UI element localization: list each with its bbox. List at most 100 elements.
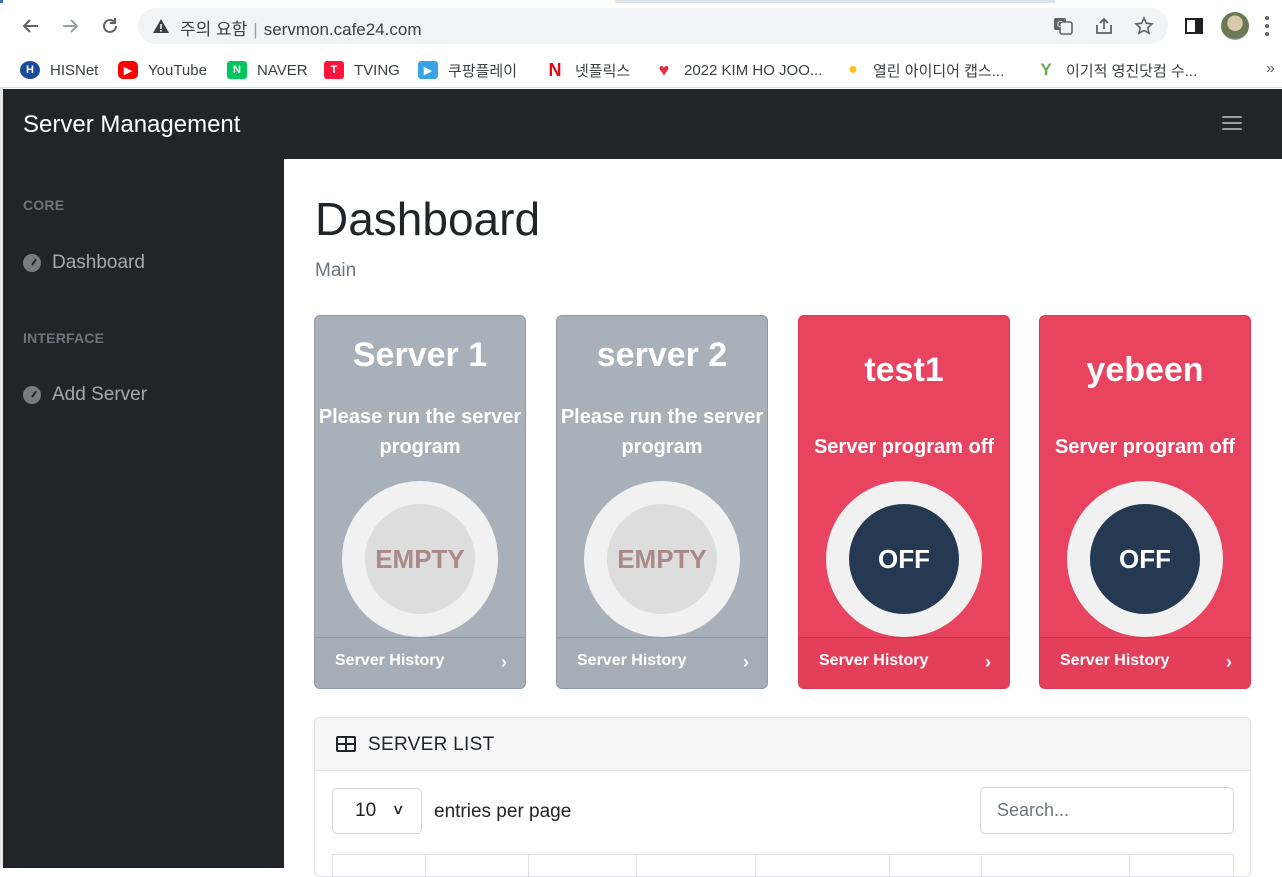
url-text: servmon.cafe24.com <box>263 20 422 39</box>
brand-title[interactable]: Server Management <box>23 111 240 139</box>
arrow-left-icon <box>22 19 38 33</box>
sidebar-item-label: Add Server <box>52 384 148 405</box>
top-navbar: Server Management <box>3 89 1282 159</box>
sidebar-item-add-server[interactable]: Add Server <box>23 381 147 409</box>
coupang-play-icon: ▶ <box>418 61 438 79</box>
tving-icon: T <box>324 61 344 79</box>
bookmark-open-idea[interactable]: ● 열린 아이디어 캡스... <box>843 57 1004 83</box>
sidebar-item-label: Dashboard <box>52 252 145 273</box>
server-card: yebeen Server program off OFF Server His… <box>1039 315 1251 689</box>
browser-toolbar: 주의 요함 | servmon.cafe24.com G <box>0 0 1282 52</box>
server-name: Server 1 <box>352 336 488 374</box>
bookmark-yeongjin[interactable]: Y 이기적 영진닷컴 수... <box>1036 57 1197 83</box>
address-text[interactable]: 주의 요함 | servmon.cafe24.com <box>180 15 422 40</box>
security-label: 주의 요함 <box>180 20 248 39</box>
tab-strip <box>0 0 1282 3</box>
main-content: Dashboard Main Server 1 Please run the s… <box>284 159 1282 877</box>
bookmark-kim-ho-joo[interactable]: ♥ 2022 KIM HO JOO... <box>654 57 823 83</box>
status-ring: OFF <box>1067 481 1223 637</box>
search-input[interactable]: Search... <box>980 787 1234 834</box>
bookmark-hisnet[interactable]: H HISNet <box>20 57 98 83</box>
server-history-label: Server History <box>1060 652 1170 669</box>
translate-button[interactable]: G <box>1052 15 1074 37</box>
entries-per-page-select[interactable]: 10 ∨ <box>332 788 422 834</box>
bookmark-coupang-play[interactable]: ▶ 쿠팡플레이 <box>418 57 517 83</box>
bookmark-naver[interactable]: N NAVER <box>227 57 308 83</box>
chevron-right-icon: › <box>1226 652 1232 672</box>
page-title: Dashboard <box>315 193 541 245</box>
sidebar: CORE Dashboard INTERFACE Add Server <box>3 159 284 868</box>
server-list-title: SERVER LIST <box>368 734 495 755</box>
browser-menu-icon[interactable] <box>1262 14 1272 38</box>
reload-icon <box>103 18 117 33</box>
server-card: test1 Server program off OFF Server Hist… <box>798 315 1010 689</box>
lightbulb-icon: ● <box>848 61 858 78</box>
bookmark-youtube[interactable]: ▶ YouTube <box>118 57 207 83</box>
side-panel-icon <box>1185 18 1203 34</box>
entries-per-page-label: entries per page <box>434 801 572 822</box>
table-header-row <box>332 854 1234 876</box>
youtube-icon: ▶ <box>118 61 138 79</box>
netflix-icon: N <box>548 59 562 80</box>
chevron-right-icon: › <box>743 652 749 672</box>
sidebar-heading-interface: INTERFACE <box>23 330 105 346</box>
status-badge: EMPTY <box>365 504 475 614</box>
server-list-header: SERVER LIST <box>315 718 1250 771</box>
server-history-link[interactable]: Server History › <box>799 637 1009 688</box>
heart-icon: ♥ <box>658 59 670 80</box>
share-icon <box>1096 17 1112 34</box>
back-button[interactable] <box>17 12 45 40</box>
reload-button[interactable] <box>96 12 124 40</box>
server-name: server 2 <box>596 336 728 374</box>
sidebar-heading-core: CORE <box>23 197 65 213</box>
server-card: server 2 Please run the server program E… <box>556 315 768 689</box>
server-history-link[interactable]: Server History › <box>315 637 525 688</box>
server-history-label: Server History <box>577 652 687 669</box>
server-history-label: Server History <box>335 652 445 669</box>
status-badge: OFF <box>1090 504 1200 614</box>
server-message: Please run the server program <box>560 406 764 458</box>
yeongjin-icon: Y <box>1040 60 1052 79</box>
server-message: Please run the server program <box>318 406 522 458</box>
chevron-right-icon: › <box>501 652 507 672</box>
side-panel-button[interactable] <box>1182 14 1206 38</box>
bookmarks-bar: H HISNet ▶ YouTube N NAVER T TVING ▶ 쿠팡플레이 N넷… <box>0 52 1282 88</box>
tachometer-icon <box>23 254 41 272</box>
status-ring: EMPTY <box>584 481 740 637</box>
entries-per-page-value: 10 <box>355 800 377 821</box>
table-icon <box>336 736 356 752</box>
share-button[interactable] <box>1093 15 1115 37</box>
translate-icon: G <box>1054 18 1073 35</box>
star-icon <box>1134 16 1154 35</box>
chevron-down-icon: ∨ <box>391 801 405 817</box>
status-badge: EMPTY <box>607 504 717 614</box>
warning-icon[interactable] <box>152 17 170 35</box>
server-history-label: Server History <box>819 652 929 669</box>
server-message: Server program off <box>1054 436 1236 458</box>
server-history-link[interactable]: Server History › <box>1040 637 1250 688</box>
profile-avatar[interactable] <box>1221 12 1249 40</box>
server-list-card: SERVER LIST 10 ∨ entries per page Search… <box>314 717 1251 877</box>
menu-toggle-icon[interactable] <box>1222 114 1242 132</box>
tachometer-icon <box>23 386 41 404</box>
status-ring: EMPTY <box>342 481 498 637</box>
status-badge: OFF <box>849 504 959 614</box>
forward-button[interactable] <box>56 12 84 40</box>
bookmarks-more-button[interactable]: » <box>1266 60 1275 78</box>
address-bar[interactable]: 주의 요함 | servmon.cafe24.com G <box>138 8 1168 44</box>
hisnet-icon: H <box>20 61 40 79</box>
status-ring: OFF <box>826 481 982 637</box>
svg-text:G: G <box>1057 20 1063 29</box>
page-subtitle: Main <box>315 260 357 281</box>
naver-icon: N <box>227 61 247 79</box>
bookmark-netflix[interactable]: N 넷플릭스 <box>545 57 631 83</box>
server-message: Server program off <box>813 436 995 458</box>
server-name: test1 <box>864 351 944 389</box>
bookmark-star-button[interactable] <box>1133 15 1155 37</box>
server-history-link[interactable]: Server History › <box>557 637 767 688</box>
arrow-right-icon <box>63 19 79 33</box>
server-card: Server 1 Please run the server program E… <box>314 315 526 689</box>
sidebar-item-dashboard[interactable]: Dashboard <box>23 249 145 277</box>
bookmark-tving[interactable]: T TVING <box>324 57 400 83</box>
chevron-right-icon: › <box>985 652 991 672</box>
